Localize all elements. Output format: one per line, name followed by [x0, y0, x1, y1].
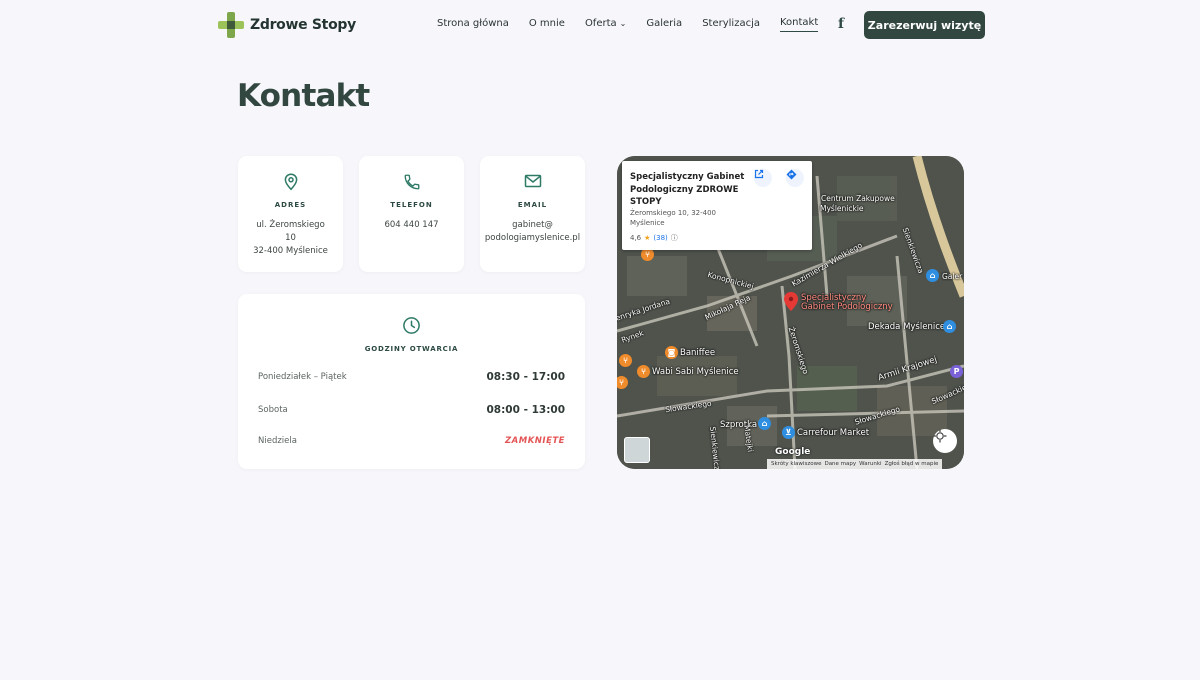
site-header: Zdrowe Stopy Strona główna O mnie Oferta…	[0, 0, 1200, 50]
hours-closed: ZAMKNIĘTE	[505, 436, 565, 446]
map-attribution: Skróty klawiszowe Dane mapy Warunki Zgło…	[767, 459, 943, 469]
shopping-marker-icon[interactable]: ⌂	[926, 269, 939, 282]
nav-about[interactable]: O mnie	[529, 17, 565, 32]
facebook-icon[interactable]: f	[838, 16, 844, 32]
hours-day: Sobota	[258, 405, 288, 415]
google-map[interactable]: Specjalistyczny Gabinet Podologiczny Dek…	[617, 156, 964, 469]
cart-marker-icon[interactable]: ⊻	[782, 426, 795, 439]
directions-icon[interactable]	[786, 169, 804, 187]
map-label: Baniffee	[680, 348, 716, 358]
map-label: Galer	[942, 272, 963, 281]
map-data-link[interactable]: Dane mapy	[824, 461, 856, 467]
nav-home[interactable]: Strona główna	[437, 17, 509, 32]
info-icon[interactable]: ⓘ	[671, 233, 678, 243]
clock-icon	[402, 316, 421, 339]
email-domain: podologiamyslenice.pl	[484, 233, 581, 243]
phone-card: TELEFON 604 440 147	[359, 156, 464, 272]
map-pin-icon	[238, 173, 343, 193]
open-in-maps-icon[interactable]	[754, 169, 772, 187]
map-label: Centrum Zakupowe	[821, 194, 895, 203]
place-address: Żeromskiego 10, 32-400 Myślenice	[630, 209, 716, 227]
place-name: Specjalistyczny Gabinet Podologiczny ZDR…	[630, 172, 745, 207]
hours-row: Niedziela ZAMKNIĘTE	[258, 436, 565, 446]
cafe-marker-icon[interactable]: ◙	[665, 346, 678, 359]
email-user: gabinet@	[512, 220, 553, 230]
phone-label: TELEFON	[390, 201, 433, 209]
fullscreen-button[interactable]	[933, 429, 957, 453]
nav-sterilization[interactable]: Sterylizacja	[702, 17, 760, 32]
chevron-down-icon: ⌄	[619, 18, 627, 28]
address-card: ADRES ul. Żeromskiego 10 32-400 Myślenic…	[238, 156, 343, 272]
shopping-marker-icon[interactable]: ⌂	[758, 417, 771, 430]
opening-hours-card: GODZINY OTWARCIA Poniedziałek – Piątek 0…	[238, 294, 585, 469]
opening-hours-title: GODZINY OTWARCIA	[364, 345, 459, 353]
keyboard-shortcuts-link[interactable]: Skróty klawiszowe	[771, 461, 821, 467]
map-label: Wabi Sabi Myślenice	[652, 367, 739, 377]
restaurant-marker-icon[interactable]: ⑂	[619, 354, 632, 367]
brand-name: Zdrowe Stopy	[250, 17, 356, 33]
book-visit-button[interactable]: Zarezerwuj wizytę	[864, 11, 985, 39]
main-nav: Strona główna O mnie Oferta ⌄ Galeria St…	[437, 17, 838, 32]
email-card: EMAIL gabinet@ podologiamyslenice.pl	[480, 156, 585, 272]
address-label: ADRES	[274, 201, 307, 209]
hours-time: 08:30 - 17:00	[486, 371, 565, 383]
map-label: Carrefour Market	[797, 428, 870, 438]
parking-marker-icon[interactable]: P	[950, 365, 963, 378]
terms-link[interactable]: Warunki	[859, 461, 881, 467]
email-value[interactable]: gabinet@ podologiamyslenice.pl	[480, 219, 585, 245]
phone-value[interactable]: 604 440 147	[359, 219, 464, 232]
google-logo: Google	[775, 447, 811, 457]
nav-gallery[interactable]: Galeria	[646, 17, 682, 32]
site-logo[interactable]: Zdrowe Stopy	[218, 12, 356, 38]
nav-contact[interactable]: Kontakt	[779, 17, 819, 32]
hours-day: Niedziela	[258, 436, 297, 446]
email-label: EMAIL	[517, 201, 548, 209]
hours-day: Poniedziałek – Piątek	[258, 372, 347, 382]
map-label: Dekada Myślenice	[868, 322, 946, 332]
shopping-marker-icon[interactable]: ⌂	[943, 320, 956, 333]
place-rating: 4,6 ★ (38) ⓘ	[630, 233, 678, 243]
nav-offer-label: Oferta	[584, 17, 617, 29]
hours-row: Sobota 08:00 - 13:00	[258, 404, 565, 416]
address-street: ul. Żeromskiego	[256, 220, 325, 230]
mail-icon	[480, 173, 585, 193]
map-pin-label: Gabinet Podologiczny	[801, 302, 893, 312]
map-label: Myślenickie	[820, 204, 864, 213]
address-number: 10	[285, 233, 296, 243]
address-value: ul. Żeromskiego 10 32-400 Myślenice	[238, 219, 343, 258]
reviews-link[interactable]: (38)	[653, 234, 667, 242]
phone-icon	[359, 173, 464, 193]
rating-value: 4,6	[630, 234, 642, 242]
restaurant-marker-icon[interactable]: ⑂	[637, 365, 650, 378]
nav-offer[interactable]: Oferta ⌄	[585, 17, 626, 32]
page-title: Kontakt	[237, 78, 370, 114]
hours-row: Poniedziałek – Piątek 08:30 - 17:00	[258, 371, 565, 383]
hours-time: 08:00 - 13:00	[486, 404, 565, 416]
place-info-card[interactable]: Specjalistyczny Gabinet Podologiczny ZDR…	[622, 161, 812, 250]
report-error-link[interactable]: Zgłoś błąd w mapie	[885, 461, 939, 467]
map-layers-button[interactable]	[624, 437, 650, 463]
star-icon: ★	[644, 234, 651, 242]
address-city: 32-400 Myślenice	[253, 246, 328, 256]
logo-cross-icon	[218, 12, 244, 38]
